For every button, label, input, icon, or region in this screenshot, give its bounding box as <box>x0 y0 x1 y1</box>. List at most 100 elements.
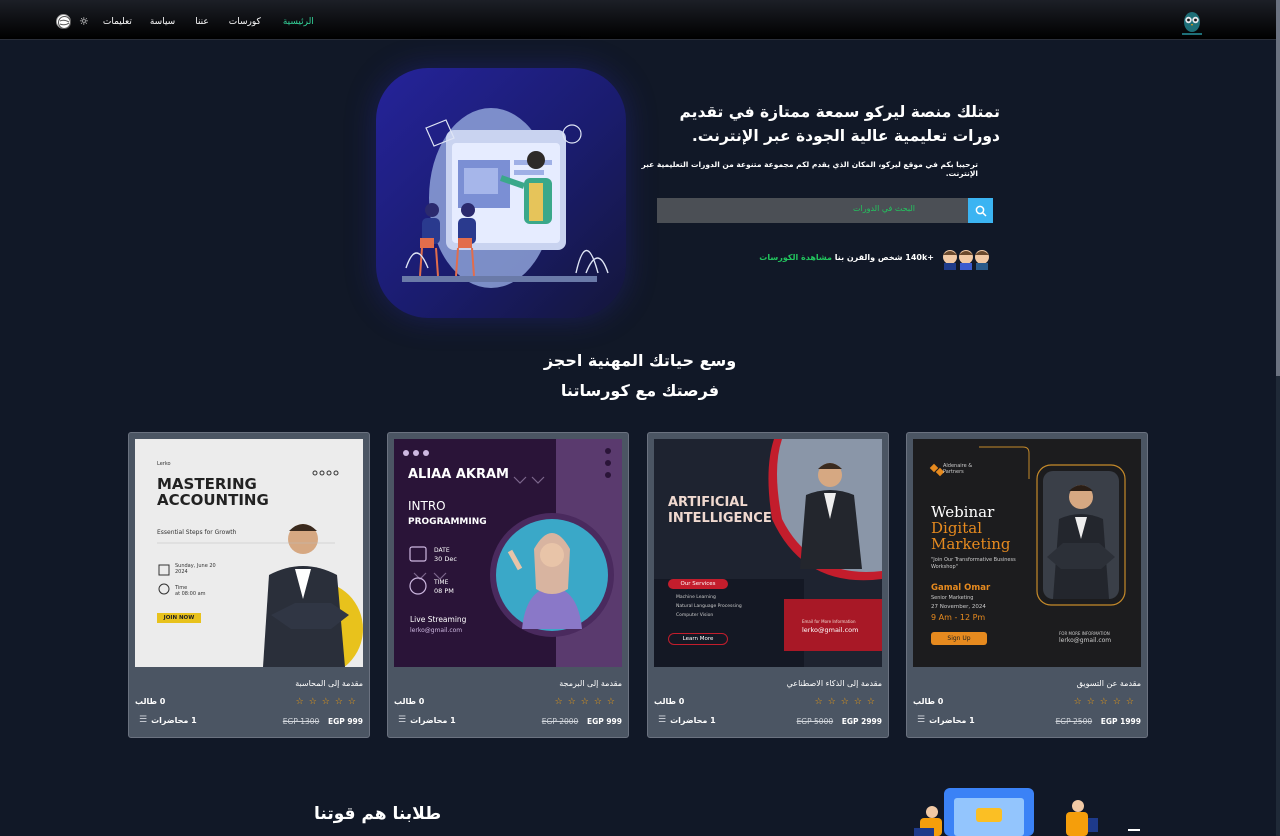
social-proof-count: +140k <box>905 253 934 262</box>
students-count: 0 طالب <box>135 697 166 706</box>
course-card-programming[interactable]: ALIAA AKRAM INTRO PROGRAMMING DATE 30 De… <box>387 432 629 738</box>
lectures-count: 1 محاضرات ☰ <box>658 715 716 725</box>
view-courses-link[interactable]: مشاهدة الكورسات <box>759 253 832 262</box>
globe-icon[interactable] <box>56 14 71 29</box>
search-button[interactable] <box>968 198 993 223</box>
nav-link-about[interactable]: عننا <box>195 17 209 27</box>
thumb-brand: Lerko <box>157 461 171 467</box>
course-thumbnail[interactable]: ALIAA AKRAM INTRO PROGRAMMING DATE 30 De… <box>394 439 622 667</box>
thumb-time-label: TIME <box>434 579 449 586</box>
thumb-date: Sunday, June 20 2024 <box>175 563 216 575</box>
thumb-time: 08 PM <box>434 587 454 595</box>
list-icon: ☰ <box>658 715 667 725</box>
course-card-marketing[interactable]: Aldenaire & Partners Webinar Digital Mar… <box>906 432 1148 738</box>
owl-logo[interactable] <box>1180 8 1204 38</box>
thumb-service-3: Computer Vision <box>676 613 714 618</box>
students-section-title: طلابنا هم قوتنا <box>314 804 442 824</box>
nav-links: ☼ تعليمات سياسة عننا كورسات الرئيسية <box>56 14 314 29</box>
thumb-stream: Live Streaming <box>410 615 467 624</box>
course-card-ai[interactable]: ARTIFICIAL INTELLIGENCE Our Services Mac… <box>647 432 889 738</box>
current-price: EGP 999 <box>327 717 363 726</box>
old-price: EGP 2500 <box>1055 717 1093 726</box>
sun-icon[interactable]: ☼ <box>79 15 89 28</box>
social-proof: +140k شخص والقرن بنا مشاهدة الكورسات <box>759 248 994 270</box>
course-title[interactable]: مقدمة إلى الذكاء الاصطناعي <box>787 679 882 688</box>
nav-link-home[interactable]: الرئيسية <box>283 17 314 27</box>
students-count: 0 طالب <box>394 697 425 706</box>
current-price: EGP 999 <box>586 717 622 726</box>
course-title[interactable]: مقدمة عن التسويق <box>1077 679 1141 688</box>
students-illustration <box>880 784 1150 836</box>
thumb-date-label: DATE <box>434 547 450 554</box>
thumb-heading-2: PROGRAMMING <box>408 517 487 527</box>
hero-subtitle: ترحيبا بكم في موقع ليركو، المكان الذي يق… <box>641 160 978 178</box>
courses-section-title: وسع حياتك المهنية احجز فرصتك مع كورساتنا <box>440 346 840 406</box>
course-title[interactable]: مقدمة إلى المحاسبة <box>295 679 363 688</box>
thumb-heading-3: Marketing <box>931 535 1011 553</box>
nav-link-help[interactable]: تعليمات <box>103 17 132 27</box>
thumb-contact: lerko@gmail.com <box>1059 637 1112 644</box>
old-price: EGP 1300 <box>282 717 320 726</box>
scrollbar-thumb[interactable] <box>1276 0 1280 376</box>
thumb-heading-2: ACCOUNTING <box>157 491 269 509</box>
lectures-label: 1 محاضرات <box>151 715 197 725</box>
thumb-contact-label: Email for More Information <box>802 619 856 624</box>
thumb-cta: Learn More <box>668 633 728 645</box>
courses-section-title-line2: فرصتك مع كورساتنا <box>560 381 720 400</box>
thumb-services-label: Our Services <box>668 579 728 589</box>
thumb-time: 9 Am - 12 Pm <box>931 613 986 622</box>
search-input[interactable]: البحث في الدورات <box>853 204 915 213</box>
search-icon <box>975 205 987 217</box>
thumb-date: 30 Dec <box>434 555 457 563</box>
social-proof-text: +140k شخص والقرن بنا مشاهدة الكورسات <box>759 253 934 262</box>
thumb-time: Time at 08:00 am <box>175 585 206 597</box>
course-card-accounting[interactable]: Lerko MASTERING ACCOUNTING Essential Ste… <box>128 432 370 738</box>
top-navbar: ☼ تعليمات سياسة عننا كورسات الرئيسية <box>0 0 1276 40</box>
thumb-cta: Sign Up <box>931 632 987 645</box>
course-thumbnail[interactable]: Lerko MASTERING ACCOUNTING Essential Ste… <box>135 439 363 667</box>
lectures-count: 1 محاضرات ☰ <box>398 715 456 725</box>
lectures-label: 1 محاضرات <box>410 715 456 725</box>
thumb-service-1: Machine Learning <box>676 595 716 600</box>
course-price: EGP 2000 EGP 999 <box>542 717 622 726</box>
course-thumbnail[interactable]: Aldenaire & Partners Webinar Digital Mar… <box>913 439 1141 667</box>
course-thumbnail[interactable]: ARTIFICIAL INTELLIGENCE Our Services Mac… <box>654 439 882 667</box>
students-count: 0 طالب <box>913 697 944 706</box>
course-search-bar[interactable]: البحث في الدورات <box>657 198 993 223</box>
thumb-service-2: Natural Language Processing <box>676 604 742 609</box>
students-count: 0 طالب <box>654 697 685 706</box>
course-price: EGP 2500 EGP 1999 <box>1056 717 1141 726</box>
course-title[interactable]: مقدمة إلى البرمجة <box>559 679 622 688</box>
thumb-contact: lerko@gmail.com <box>410 627 463 634</box>
old-price: EGP 2000 <box>541 717 579 726</box>
thumb-cta: JOIN NOW <box>157 613 201 623</box>
thumb-heading-2: INTELLIGENCE <box>668 511 772 526</box>
list-icon: ☰ <box>139 715 148 725</box>
thumb-date: 27 November, 2024 <box>931 604 986 610</box>
thumb-heading-1: ARTIFICIAL <box>668 495 748 510</box>
avatar-group <box>940 248 992 270</box>
rating-stars: ☆☆☆☆☆ <box>1073 697 1139 707</box>
courses-section-title-line1: وسع حياتك المهنية احجز <box>543 351 737 370</box>
rating-stars: ☆☆☆☆☆ <box>814 697 880 707</box>
thumb-brand: Aldenaire & Partners <box>943 463 973 475</box>
hero-illustration <box>376 68 626 318</box>
thumb-heading-1: INTRO <box>408 499 446 513</box>
thumb-tagline: Essential Steps for Growth <box>157 529 237 536</box>
thumb-tagline: "Join Our Transformative Business Worksh… <box>931 557 1016 570</box>
hero-title: تمتلك منصة ليركو سمعة ممتازة في تقديم دو… <box>679 103 1000 145</box>
thumb-speaker: Gamal Omar <box>931 583 991 593</box>
lectures-label: 1 محاضرات <box>670 715 716 725</box>
list-icon: ☰ <box>398 715 407 725</box>
page-scrollbar[interactable] <box>1276 0 1280 836</box>
nav-link-courses[interactable]: كورسات <box>229 17 261 27</box>
thumb-contact: lerko@gmail.com <box>802 626 859 634</box>
lectures-label: 1 محاضرات <box>929 715 975 725</box>
lectures-count: 1 محاضرات ☰ <box>917 715 975 725</box>
nav-link-policy[interactable]: سياسة <box>150 17 175 27</box>
social-proof-label: شخص والقرن بنا <box>834 253 903 262</box>
old-price: EGP 5000 <box>796 717 834 726</box>
rating-stars: ☆☆☆☆☆ <box>554 697 620 707</box>
lectures-count: 1 محاضرات ☰ <box>139 715 197 725</box>
list-icon: ☰ <box>917 715 926 725</box>
